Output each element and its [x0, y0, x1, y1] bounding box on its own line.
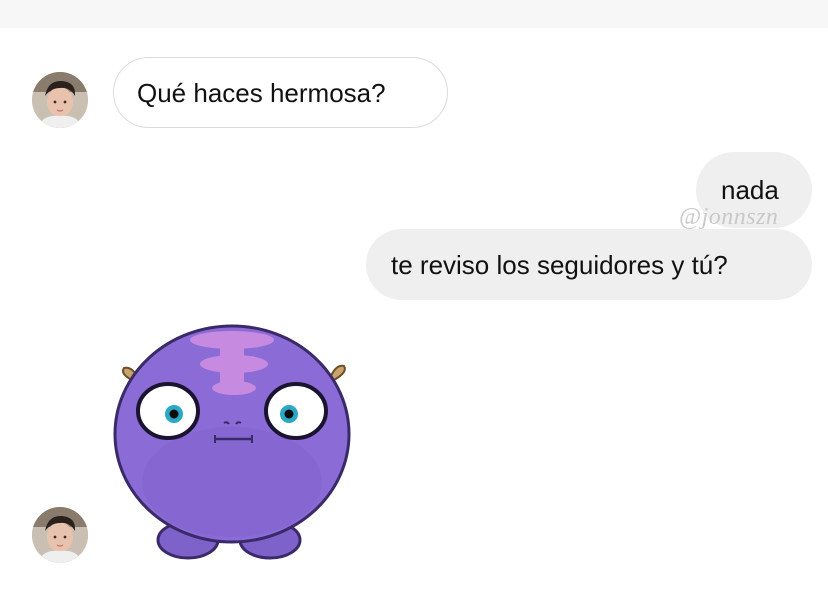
contact-avatar[interactable]	[32, 507, 88, 563]
purple-monster-sticker[interactable]	[110, 322, 360, 562]
message-text: Qué haces hermosa?	[137, 78, 386, 108]
avatar-photo	[32, 72, 88, 128]
top-bar	[0, 0, 828, 28]
message-text: te reviso los seguidores y tú?	[391, 250, 728, 280]
avatar-photo	[32, 507, 88, 563]
outgoing-message-bubble[interactable]: te reviso los seguidores y tú?	[366, 229, 812, 300]
contact-avatar[interactable]	[32, 72, 88, 128]
incoming-message-bubble[interactable]: Qué haces hermosa?	[113, 57, 448, 128]
monster-sticker-image	[113, 324, 351, 560]
message-text: nada	[721, 175, 779, 205]
watermark-text: @jonnszn	[679, 204, 779, 230]
